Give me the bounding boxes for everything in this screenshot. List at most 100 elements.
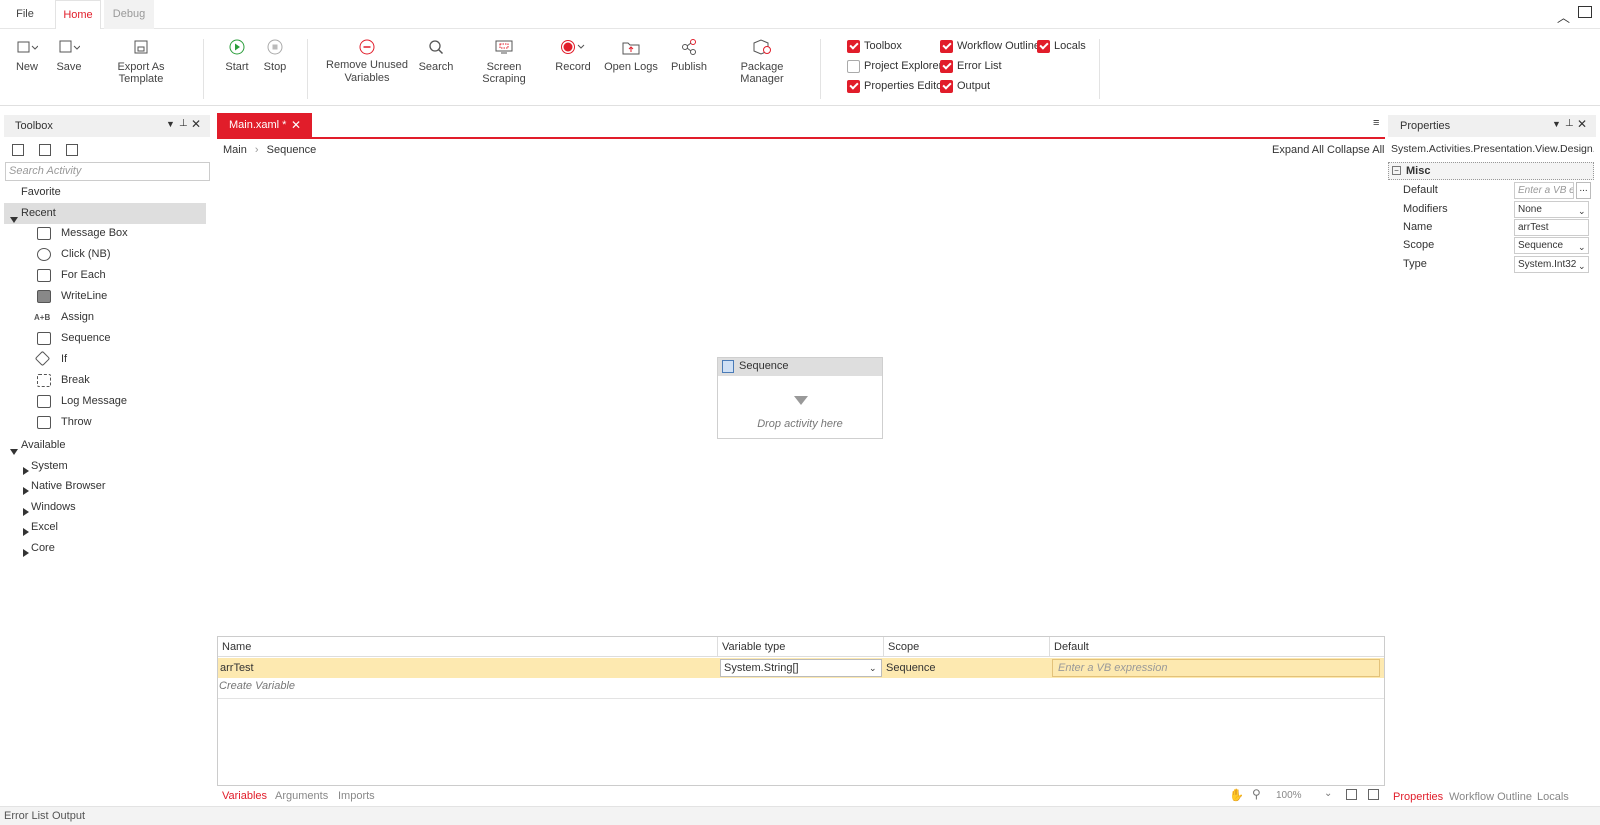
category-system[interactable]: System — [4, 456, 214, 477]
properties-panel: Properties ▼ ⊥ ✕ System.Activities.Prese… — [1388, 115, 1596, 805]
property-default-input[interactable]: Enter a VB e — [1514, 182, 1574, 199]
activity-label: Click (NB) — [61, 248, 111, 260]
property-type[interactable]: Type System.Int32 ⌄ — [1388, 255, 1592, 274]
remove-unused-variables-button[interactable]: Remove Unused Variables — [325, 37, 409, 85]
recent-group[interactable]: Recent — [4, 203, 206, 224]
tab-home[interactable]: Home — [55, 0, 101, 30]
tab-debug[interactable]: Debug — [104, 0, 154, 29]
tab-error-list[interactable]: Error List — [4, 810, 49, 822]
close-icon[interactable]: ✕ — [191, 117, 201, 131]
overview-map-icon[interactable] — [1368, 789, 1379, 800]
tab-imports[interactable]: Imports — [338, 790, 375, 802]
property-name-input[interactable]: arrTest — [1514, 219, 1589, 236]
dropdown-arrow-icon[interactable]: ▼ — [166, 119, 175, 129]
variable-scope-cell[interactable]: Sequence — [884, 658, 1050, 678]
sequence-activity[interactable]: Sequence Drop activity here — [717, 357, 883, 439]
available-group[interactable]: Available — [4, 435, 214, 456]
property-modifiers[interactable]: Modifiers None ⌄ — [1388, 200, 1592, 219]
close-tab-icon[interactable]: ✕ — [291, 113, 301, 137]
open-logs-button[interactable]: Open Logs — [604, 37, 658, 73]
property-name[interactable]: Name arrTest — [1388, 218, 1592, 237]
tab-list-icon[interactable]: ≡ — [1373, 117, 1379, 129]
publish-button[interactable]: Publish — [668, 37, 710, 73]
activity-writeline[interactable]: WriteLine — [4, 286, 214, 307]
sequence-icon — [37, 332, 51, 345]
zoom-level[interactable]: 100% — [1276, 790, 1302, 801]
expand-all-icon[interactable] — [12, 144, 24, 156]
column-name[interactable]: Name — [218, 637, 718, 657]
package-manager-button[interactable]: Package Manager — [720, 37, 804, 85]
activity-for-each[interactable]: For Each — [4, 265, 214, 286]
drop-arrow-icon — [794, 396, 808, 405]
stop-button[interactable]: Stop — [260, 37, 290, 73]
tab-locals[interactable]: Locals — [1537, 791, 1569, 803]
misc-category[interactable]: − Misc — [1388, 162, 1594, 180]
start-button[interactable]: Start — [222, 37, 252, 73]
tab-file[interactable]: File — [0, 0, 50, 29]
list-view-icon[interactable] — [66, 144, 78, 156]
toolbox-checkbox[interactable]: Toolbox — [847, 38, 902, 54]
column-default[interactable]: Default — [1050, 637, 1384, 657]
ribbon-separator — [820, 39, 821, 99]
pin-icon[interactable]: ⊥ — [1565, 118, 1574, 129]
search-activity-input[interactable]: Search Activity — [5, 162, 210, 181]
notifications-icon[interactable] — [1578, 6, 1592, 18]
tab-arguments[interactable]: Arguments — [275, 790, 328, 802]
activity-assign[interactable]: A+B Assign — [4, 307, 214, 328]
pin-icon[interactable]: ⊥ — [179, 118, 188, 129]
tab-main-xaml[interactable]: Main.xaml * ✕ — [217, 113, 312, 137]
activity-sequence[interactable]: Sequence — [4, 328, 214, 349]
category-core[interactable]: Core — [4, 538, 214, 559]
category-native-browser[interactable]: Native Browser — [4, 476, 214, 497]
zoom-dropdown-icon[interactable]: ⌄ — [1324, 788, 1332, 799]
screen-scraping-button[interactable]: Screen Scraping — [466, 37, 542, 85]
tab-workflow-outline[interactable]: Workflow Outline — [1449, 791, 1532, 803]
tab-output[interactable]: Output — [52, 810, 85, 822]
variable-default-input[interactable]: Enter a VB expression — [1052, 659, 1380, 677]
variable-type-dropdown[interactable]: System.String[] ⌄ — [720, 659, 882, 677]
ribbon-separator — [307, 39, 308, 99]
category-windows[interactable]: Windows — [4, 497, 214, 518]
close-icon[interactable]: ✕ — [1577, 117, 1587, 131]
breadcrumb-main[interactable]: Main — [223, 144, 247, 156]
breadcrumb-sequence[interactable]: Sequence — [267, 144, 317, 156]
activity-log-message[interactable]: Log Message — [4, 391, 214, 412]
column-variable-type[interactable]: Variable type — [718, 637, 884, 657]
project-explorer-checkbox[interactable]: Project Explorer — [847, 58, 942, 74]
locals-checkbox[interactable]: Locals — [1037, 38, 1086, 54]
category-excel[interactable]: Excel — [4, 517, 214, 538]
variable-name-cell[interactable]: arrTest — [218, 658, 718, 678]
dropdown-arrow-icon[interactable]: ▼ — [1552, 119, 1561, 129]
activity-message-box[interactable]: Message Box — [4, 223, 214, 244]
favorite-item[interactable]: Favorite — [4, 182, 214, 203]
activity-if[interactable]: If — [4, 349, 214, 370]
tab-properties[interactable]: Properties — [1393, 791, 1443, 803]
zoom-search-icon[interactable]: ⚲ — [1252, 787, 1261, 801]
fit-to-screen-icon[interactable] — [1346, 789, 1357, 800]
tab-variables[interactable]: Variables — [222, 790, 267, 802]
create-variable-link[interactable]: Create Variable — [219, 680, 295, 692]
search-button[interactable]: Search — [417, 37, 455, 73]
workflow-outline-checkbox[interactable]: Workflow Outline — [940, 38, 1040, 54]
ellipsis-button[interactable]: ... — [1576, 182, 1591, 199]
property-default[interactable]: Default Enter a VB e ... — [1388, 181, 1592, 200]
export-template-button[interactable]: Export As Template — [95, 37, 187, 85]
column-scope[interactable]: Scope — [884, 637, 1050, 657]
record-button[interactable]: Record — [554, 37, 592, 73]
collapse-ribbon-icon[interactable]: ︿ — [1557, 7, 1570, 26]
expand-all-link[interactable]: Expand All — [1272, 144, 1324, 156]
activity-break[interactable]: Break — [4, 370, 214, 391]
collapse-all-icon[interactable] — [39, 144, 51, 156]
checkbox-checked-icon — [940, 39, 953, 53]
collapse-all-link[interactable]: Collapse All — [1327, 144, 1384, 156]
property-scope[interactable]: Scope Sequence ⌄ — [1388, 236, 1592, 255]
activity-click[interactable]: Click (NB) — [4, 244, 214, 265]
new-button[interactable]: New — [12, 37, 42, 73]
hand-pan-icon[interactable]: ✋ — [1229, 788, 1244, 802]
variable-row[interactable]: arrTest System.String[] ⌄ Sequence Enter… — [218, 658, 1384, 678]
error-list-checkbox[interactable]: Error List — [940, 58, 1002, 74]
properties-editor-checkbox[interactable]: Properties Editor — [847, 78, 946, 94]
output-checkbox[interactable]: Output — [940, 78, 990, 94]
activity-throw[interactable]: Throw — [4, 412, 214, 433]
save-button[interactable]: Save — [54, 37, 84, 73]
